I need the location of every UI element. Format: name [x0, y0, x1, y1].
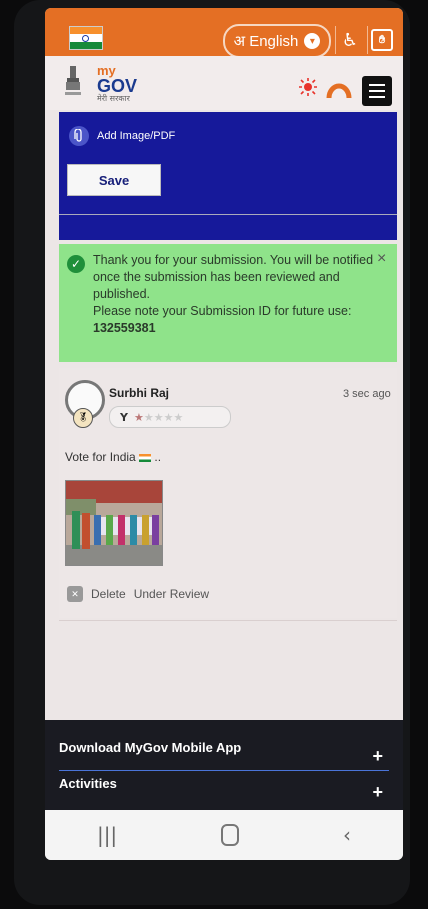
home-button[interactable] [221, 824, 240, 846]
comment-author[interactable]: Surbhi Raj [109, 386, 169, 400]
success-alert: ✓ Thank you for your submission. You wil… [59, 244, 397, 362]
phone-frame: अ English ▾ ♿︎ ✋︎ my GOV मेरी सरकार Add … [14, 0, 410, 905]
comment-card: 🏅︎ Surbhi Raj 3 sec ago Y ★★★★★ Vote for… [59, 368, 397, 618]
review-status: Under Review [133, 587, 210, 601]
footer-item-download-app[interactable]: Download MyGov Mobile App + [59, 740, 389, 771]
divider [59, 620, 397, 621]
user-login-icon[interactable] [325, 72, 353, 100]
india-flag-icon [69, 26, 103, 50]
star-icon: ★ [163, 410, 174, 424]
language-label: अ English [233, 33, 299, 50]
plus-icon: + [372, 782, 383, 802]
add-file-button[interactable]: Add Image/PDF [69, 126, 175, 146]
close-icon[interactable]: × [377, 250, 386, 267]
recent-apps-button[interactable]: ||| [97, 823, 117, 847]
top-bar: अ English ▾ ♿︎ ✋︎ [45, 8, 403, 58]
paperclip-icon [69, 126, 89, 146]
rating-stars: ★★★★★ [134, 411, 183, 424]
rating-letter: Y [120, 410, 128, 424]
comment-image[interactable] [65, 480, 163, 566]
check-circle-icon: ✓ [67, 255, 85, 273]
india-flag-icon [139, 453, 152, 462]
delete-icon[interactable]: ✕ [67, 586, 83, 602]
mygov-logo[interactable]: my GOV मेरी सरकार [97, 64, 137, 103]
delete-link[interactable]: Delete [91, 587, 126, 601]
back-button[interactable]: ‹ [343, 823, 351, 847]
hamburger-menu-button[interactable] [362, 76, 392, 106]
logo-bar: my GOV मेरी सरकार [45, 56, 403, 110]
save-button[interactable]: Save [67, 164, 161, 196]
divider [59, 214, 397, 215]
system-nav-bar: ||| ‹ [45, 810, 403, 860]
language-button[interactable]: अ English ▾ [223, 24, 331, 58]
comment-actions: ✕ Delete Under Review [67, 586, 209, 602]
star-icon: ★ [153, 410, 164, 424]
sun-icon[interactable] [299, 78, 317, 96]
screen: अ English ▾ ♿︎ ✋︎ my GOV मेरी सरकार Add … [45, 8, 403, 860]
national-emblem-icon [65, 66, 81, 95]
star-icon: ★ [143, 410, 154, 424]
plus-icon: + [372, 746, 383, 766]
footer-item-activities[interactable]: Activities + [59, 776, 389, 806]
comment-text: Vote for India .. [65, 450, 162, 464]
alert-message: Thank you for your submission. You will … [93, 252, 381, 337]
submission-form: Add Image/PDF Save [59, 112, 397, 240]
comment-time: 3 sec ago [343, 388, 391, 400]
star-icon: ★ [173, 410, 184, 424]
user-rating: Y ★★★★★ [109, 406, 231, 428]
submission-id: 132559381 [93, 321, 156, 335]
accessibility-icon[interactable]: ♿︎ [335, 26, 364, 54]
sign-language-icon[interactable]: ✋︎ [367, 26, 396, 54]
chevron-down-icon: ▾ [304, 33, 321, 49]
star-icon: ★ [133, 410, 144, 424]
badge-icon: 🏅︎ [73, 408, 93, 428]
add-file-label: Add Image/PDF [97, 130, 176, 142]
